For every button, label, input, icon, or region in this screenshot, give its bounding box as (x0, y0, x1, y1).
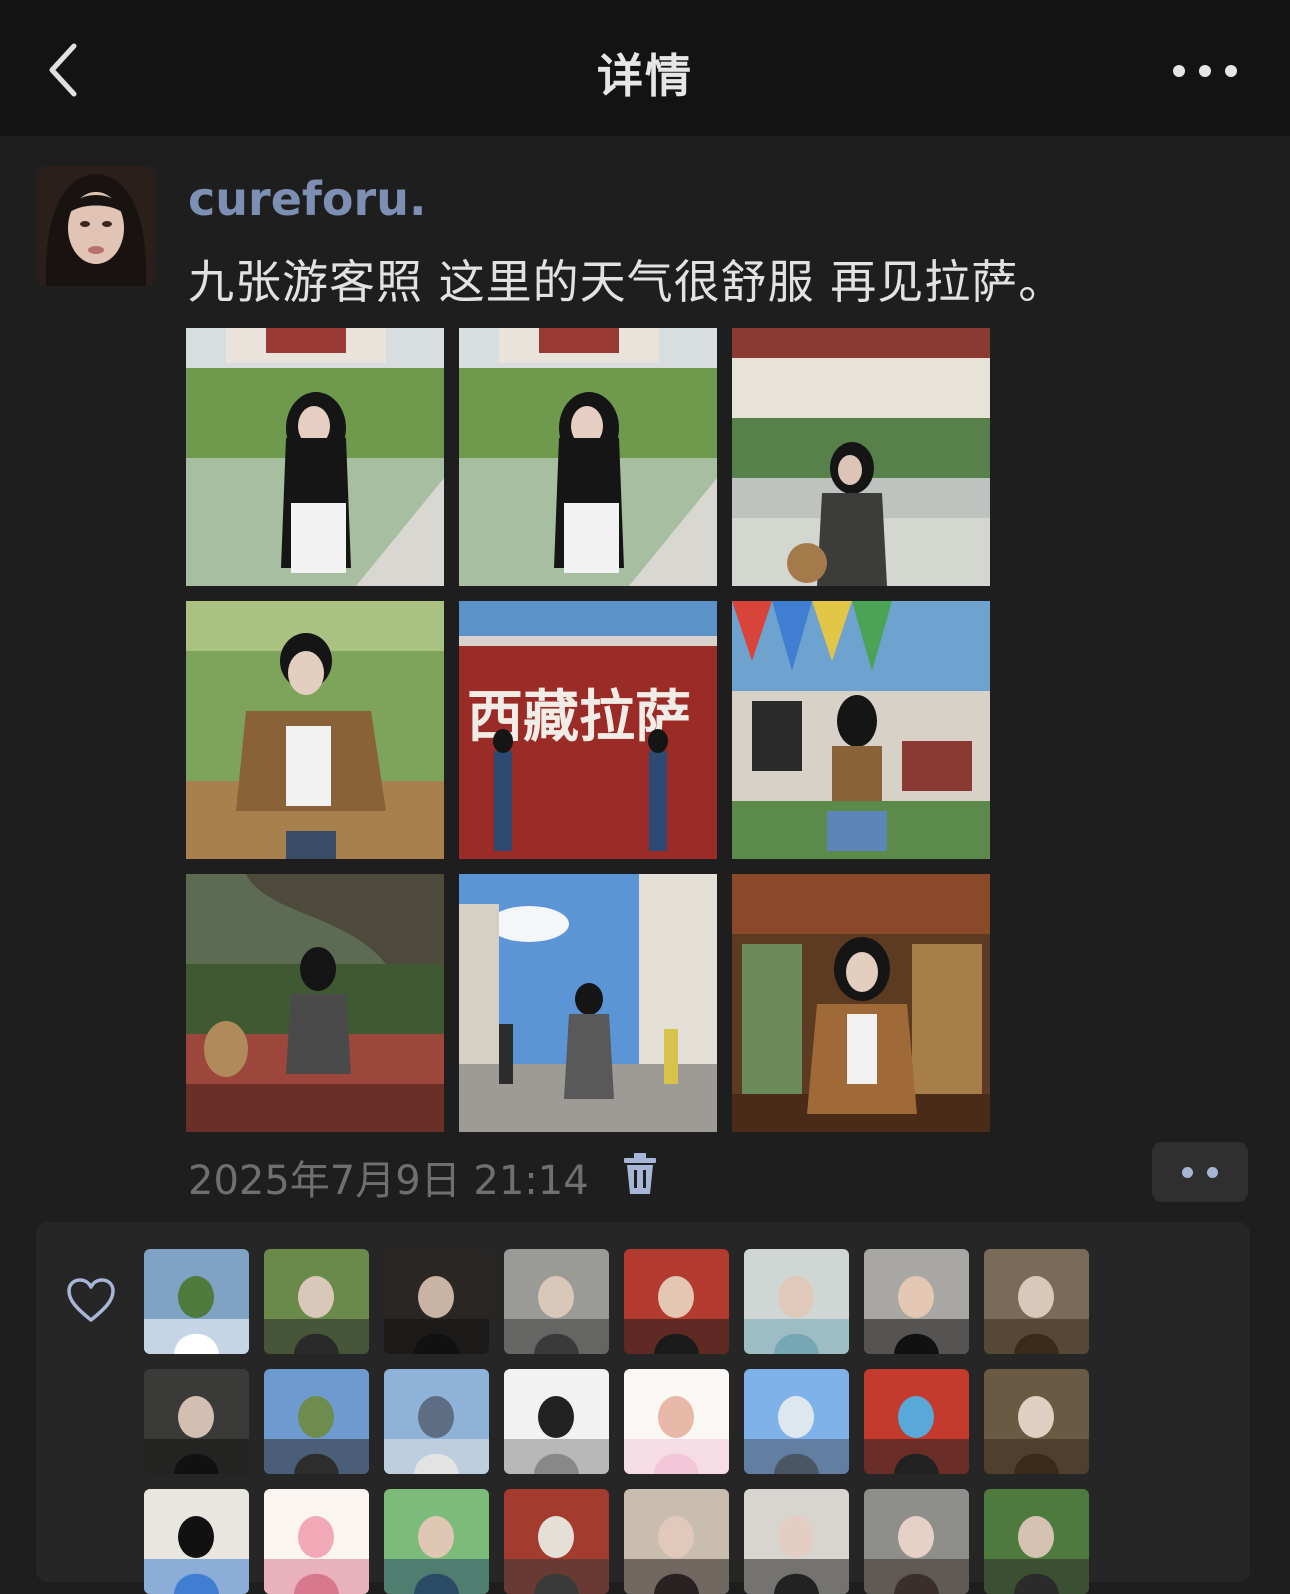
liker-avatar-girl-teal-hat[interactable] (744, 1249, 849, 1354)
liker-avatar-person-blue-hat[interactable] (864, 1369, 969, 1474)
liker-avatar-girl-with-cat[interactable] (744, 1489, 849, 1594)
author-avatar[interactable] (36, 166, 156, 286)
liker-avatar-cartoon-boy[interactable] (144, 1489, 249, 1594)
liker-avatar-person-with-dog[interactable] (984, 1489, 1089, 1594)
liker-avatar-girl-grey-sweater[interactable] (504, 1249, 609, 1354)
more-options-button[interactable] (1160, 46, 1250, 96)
liker-avatar-girl-red-decor[interactable] (624, 1249, 729, 1354)
more-horizontal-icon (1173, 65, 1237, 77)
heart-outline-icon (67, 1278, 115, 1322)
trash-icon (624, 1153, 656, 1194)
liker-avatar-girl-portrait[interactable] (624, 1489, 729, 1594)
liker-avatar-seaside-table[interactable] (384, 1369, 489, 1474)
photo-4[interactable] (186, 601, 444, 859)
page-title: 详情 (597, 49, 693, 103)
liker-avatar-girl-cake-plate[interactable] (864, 1249, 969, 1354)
comment-dots-icon[interactable] (1152, 1142, 1248, 1202)
liker-avatar-girl-black-hair[interactable] (384, 1249, 489, 1354)
liker-avatar-person-dark-room[interactable] (144, 1369, 249, 1474)
liker-avatar-pink-pig[interactable] (264, 1489, 369, 1594)
post-caption: 九张游客照 这里的天气很舒服 再见拉萨。 (188, 255, 1066, 309)
liker-avatar-girl-sitting-grass[interactable] (264, 1249, 369, 1354)
author-username[interactable]: cureforu. (188, 172, 426, 226)
liker-avatar-girl-bunny-ears[interactable] (984, 1369, 1089, 1474)
liker-avatar-fighter-jet[interactable] (744, 1369, 849, 1474)
photo-2[interactable] (459, 328, 717, 586)
photo-grid: 西藏拉萨 (186, 328, 990, 1132)
liker-avatar-mountain-horse[interactable] (264, 1369, 369, 1474)
delete-button[interactable] (620, 1152, 660, 1196)
liker-avatar-girl-holding-dog[interactable] (984, 1249, 1089, 1354)
liker-avatar-cartoon-bear[interactable] (624, 1369, 729, 1474)
photo-8[interactable] (459, 874, 717, 1132)
photo-7[interactable] (186, 874, 444, 1132)
liker-avatar-manga-sketch[interactable] (504, 1369, 609, 1474)
top-nav-bar: 详情 (0, 0, 1290, 136)
post-timestamp: 2025年7月9日 21:14 (188, 1158, 589, 1204)
photo-1[interactable] (186, 328, 444, 586)
liker-avatar-anime-couple[interactable] (384, 1489, 489, 1594)
liker-avatar-horse-meadow[interactable] (144, 1249, 249, 1354)
photo-9[interactable] (732, 874, 990, 1132)
photo-5[interactable]: 西藏拉萨 (459, 601, 717, 859)
liker-avatar-girl-smiling[interactable] (864, 1489, 969, 1594)
liker-avatar-temple-lanterns[interactable] (504, 1489, 609, 1594)
photo-3[interactable] (732, 328, 990, 586)
photo-6[interactable] (732, 601, 990, 859)
